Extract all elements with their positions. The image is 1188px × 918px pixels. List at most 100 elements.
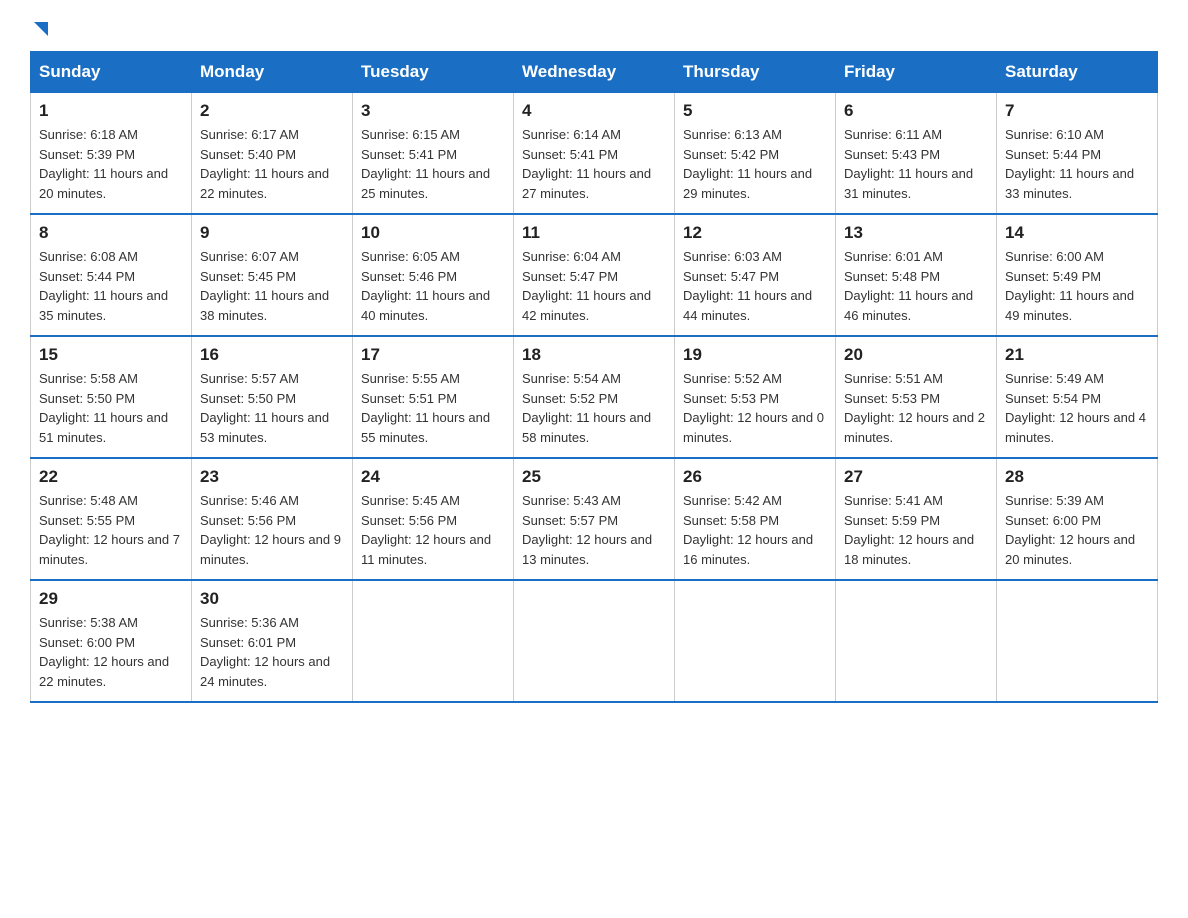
calendar-cell: 27 Sunrise: 5:41 AMSunset: 5:59 PMDaylig… <box>836 458 997 580</box>
day-number: 23 <box>200 467 344 487</box>
col-header-saturday: Saturday <box>997 52 1158 93</box>
day-info: Sunrise: 5:48 AMSunset: 5:55 PMDaylight:… <box>39 493 180 567</box>
calendar-cell: 9 Sunrise: 6:07 AMSunset: 5:45 PMDayligh… <box>192 214 353 336</box>
day-number: 14 <box>1005 223 1149 243</box>
day-number: 25 <box>522 467 666 487</box>
day-number: 30 <box>200 589 344 609</box>
day-number: 12 <box>683 223 827 243</box>
col-header-monday: Monday <box>192 52 353 93</box>
day-info: Sunrise: 5:41 AMSunset: 5:59 PMDaylight:… <box>844 493 974 567</box>
day-number: 18 <box>522 345 666 365</box>
col-header-tuesday: Tuesday <box>353 52 514 93</box>
calendar-cell <box>514 580 675 702</box>
calendar-cell: 15 Sunrise: 5:58 AMSunset: 5:50 PMDaylig… <box>31 336 192 458</box>
logo <box>30 20 52 41</box>
day-number: 21 <box>1005 345 1149 365</box>
col-header-friday: Friday <box>836 52 997 93</box>
page-header <box>30 20 1158 41</box>
day-number: 15 <box>39 345 183 365</box>
day-info: Sunrise: 6:14 AMSunset: 5:41 PMDaylight:… <box>522 127 651 201</box>
day-info: Sunrise: 6:01 AMSunset: 5:48 PMDaylight:… <box>844 249 973 323</box>
calendar-week-row: 15 Sunrise: 5:58 AMSunset: 5:50 PMDaylig… <box>31 336 1158 458</box>
day-number: 22 <box>39 467 183 487</box>
day-number: 5 <box>683 101 827 121</box>
calendar-cell: 4 Sunrise: 6:14 AMSunset: 5:41 PMDayligh… <box>514 93 675 215</box>
col-header-thursday: Thursday <box>675 52 836 93</box>
day-info: Sunrise: 5:38 AMSunset: 6:00 PMDaylight:… <box>39 615 169 689</box>
day-number: 28 <box>1005 467 1149 487</box>
day-info: Sunrise: 5:57 AMSunset: 5:50 PMDaylight:… <box>200 371 329 445</box>
calendar-cell: 8 Sunrise: 6:08 AMSunset: 5:44 PMDayligh… <box>31 214 192 336</box>
calendar-cell: 2 Sunrise: 6:17 AMSunset: 5:40 PMDayligh… <box>192 93 353 215</box>
calendar-cell: 17 Sunrise: 5:55 AMSunset: 5:51 PMDaylig… <box>353 336 514 458</box>
calendar-cell: 21 Sunrise: 5:49 AMSunset: 5:54 PMDaylig… <box>997 336 1158 458</box>
calendar-cell <box>836 580 997 702</box>
calendar-cell: 19 Sunrise: 5:52 AMSunset: 5:53 PMDaylig… <box>675 336 836 458</box>
day-number: 11 <box>522 223 666 243</box>
day-number: 27 <box>844 467 988 487</box>
day-info: Sunrise: 6:00 AMSunset: 5:49 PMDaylight:… <box>1005 249 1134 323</box>
day-info: Sunrise: 5:43 AMSunset: 5:57 PMDaylight:… <box>522 493 652 567</box>
calendar-cell: 29 Sunrise: 5:38 AMSunset: 6:00 PMDaylig… <box>31 580 192 702</box>
day-info: Sunrise: 6:03 AMSunset: 5:47 PMDaylight:… <box>683 249 812 323</box>
calendar-cell: 7 Sunrise: 6:10 AMSunset: 5:44 PMDayligh… <box>997 93 1158 215</box>
day-info: Sunrise: 6:17 AMSunset: 5:40 PMDaylight:… <box>200 127 329 201</box>
calendar-cell: 24 Sunrise: 5:45 AMSunset: 5:56 PMDaylig… <box>353 458 514 580</box>
day-number: 29 <box>39 589 183 609</box>
day-info: Sunrise: 5:46 AMSunset: 5:56 PMDaylight:… <box>200 493 341 567</box>
calendar-cell: 3 Sunrise: 6:15 AMSunset: 5:41 PMDayligh… <box>353 93 514 215</box>
day-info: Sunrise: 5:39 AMSunset: 6:00 PMDaylight:… <box>1005 493 1135 567</box>
logo-arrow-icon <box>30 18 52 45</box>
day-info: Sunrise: 6:13 AMSunset: 5:42 PMDaylight:… <box>683 127 812 201</box>
day-info: Sunrise: 5:51 AMSunset: 5:53 PMDaylight:… <box>844 371 985 445</box>
day-number: 10 <box>361 223 505 243</box>
day-number: 2 <box>200 101 344 121</box>
calendar-cell: 16 Sunrise: 5:57 AMSunset: 5:50 PMDaylig… <box>192 336 353 458</box>
col-header-sunday: Sunday <box>31 52 192 93</box>
day-number: 20 <box>844 345 988 365</box>
calendar-cell: 10 Sunrise: 6:05 AMSunset: 5:46 PMDaylig… <box>353 214 514 336</box>
day-info: Sunrise: 6:04 AMSunset: 5:47 PMDaylight:… <box>522 249 651 323</box>
day-number: 24 <box>361 467 505 487</box>
day-number: 9 <box>200 223 344 243</box>
day-number: 3 <box>361 101 505 121</box>
day-number: 17 <box>361 345 505 365</box>
day-info: Sunrise: 5:42 AMSunset: 5:58 PMDaylight:… <box>683 493 813 567</box>
day-number: 6 <box>844 101 988 121</box>
calendar-cell: 6 Sunrise: 6:11 AMSunset: 5:43 PMDayligh… <box>836 93 997 215</box>
calendar-cell: 13 Sunrise: 6:01 AMSunset: 5:48 PMDaylig… <box>836 214 997 336</box>
calendar-cell: 11 Sunrise: 6:04 AMSunset: 5:47 PMDaylig… <box>514 214 675 336</box>
day-number: 26 <box>683 467 827 487</box>
day-info: Sunrise: 5:54 AMSunset: 5:52 PMDaylight:… <box>522 371 651 445</box>
calendar-cell <box>675 580 836 702</box>
calendar-cell: 30 Sunrise: 5:36 AMSunset: 6:01 PMDaylig… <box>192 580 353 702</box>
calendar-cell: 25 Sunrise: 5:43 AMSunset: 5:57 PMDaylig… <box>514 458 675 580</box>
day-number: 4 <box>522 101 666 121</box>
day-info: Sunrise: 6:15 AMSunset: 5:41 PMDaylight:… <box>361 127 490 201</box>
day-info: Sunrise: 6:07 AMSunset: 5:45 PMDaylight:… <box>200 249 329 323</box>
calendar-cell <box>353 580 514 702</box>
day-number: 16 <box>200 345 344 365</box>
calendar-cell: 22 Sunrise: 5:48 AMSunset: 5:55 PMDaylig… <box>31 458 192 580</box>
day-number: 19 <box>683 345 827 365</box>
day-info: Sunrise: 5:49 AMSunset: 5:54 PMDaylight:… <box>1005 371 1146 445</box>
calendar-week-row: 8 Sunrise: 6:08 AMSunset: 5:44 PMDayligh… <box>31 214 1158 336</box>
calendar-cell <box>997 580 1158 702</box>
day-number: 8 <box>39 223 183 243</box>
calendar-week-row: 22 Sunrise: 5:48 AMSunset: 5:55 PMDaylig… <box>31 458 1158 580</box>
calendar-cell: 1 Sunrise: 6:18 AMSunset: 5:39 PMDayligh… <box>31 93 192 215</box>
calendar-cell: 5 Sunrise: 6:13 AMSunset: 5:42 PMDayligh… <box>675 93 836 215</box>
day-info: Sunrise: 5:45 AMSunset: 5:56 PMDaylight:… <box>361 493 491 567</box>
col-header-wednesday: Wednesday <box>514 52 675 93</box>
calendar-cell: 12 Sunrise: 6:03 AMSunset: 5:47 PMDaylig… <box>675 214 836 336</box>
day-number: 13 <box>844 223 988 243</box>
day-info: Sunrise: 6:08 AMSunset: 5:44 PMDaylight:… <box>39 249 168 323</box>
calendar-cell: 23 Sunrise: 5:46 AMSunset: 5:56 PMDaylig… <box>192 458 353 580</box>
calendar-cell: 18 Sunrise: 5:54 AMSunset: 5:52 PMDaylig… <box>514 336 675 458</box>
calendar-week-row: 1 Sunrise: 6:18 AMSunset: 5:39 PMDayligh… <box>31 93 1158 215</box>
day-info: Sunrise: 5:52 AMSunset: 5:53 PMDaylight:… <box>683 371 824 445</box>
calendar-header-row: SundayMondayTuesdayWednesdayThursdayFrid… <box>31 52 1158 93</box>
calendar-cell: 26 Sunrise: 5:42 AMSunset: 5:58 PMDaylig… <box>675 458 836 580</box>
day-info: Sunrise: 5:36 AMSunset: 6:01 PMDaylight:… <box>200 615 330 689</box>
day-info: Sunrise: 6:10 AMSunset: 5:44 PMDaylight:… <box>1005 127 1134 201</box>
